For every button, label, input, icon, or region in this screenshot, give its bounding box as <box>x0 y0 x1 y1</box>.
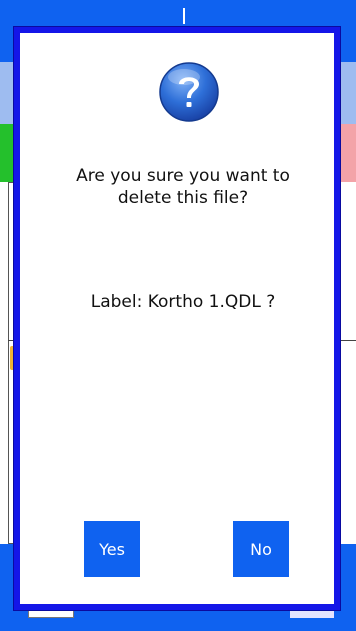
question-icon <box>159 62 219 122</box>
app-top-divider <box>183 8 185 24</box>
confirm-message: Are you sure you want to delete this fil… <box>76 166 290 208</box>
yes-button[interactable]: Yes <box>84 521 140 577</box>
file-label-text: Label: Kortho 1.QDL ? <box>90 292 276 312</box>
delete-confirm-dialog: Are you sure you want to delete this fil… <box>14 27 340 610</box>
no-button[interactable]: No <box>233 521 289 577</box>
